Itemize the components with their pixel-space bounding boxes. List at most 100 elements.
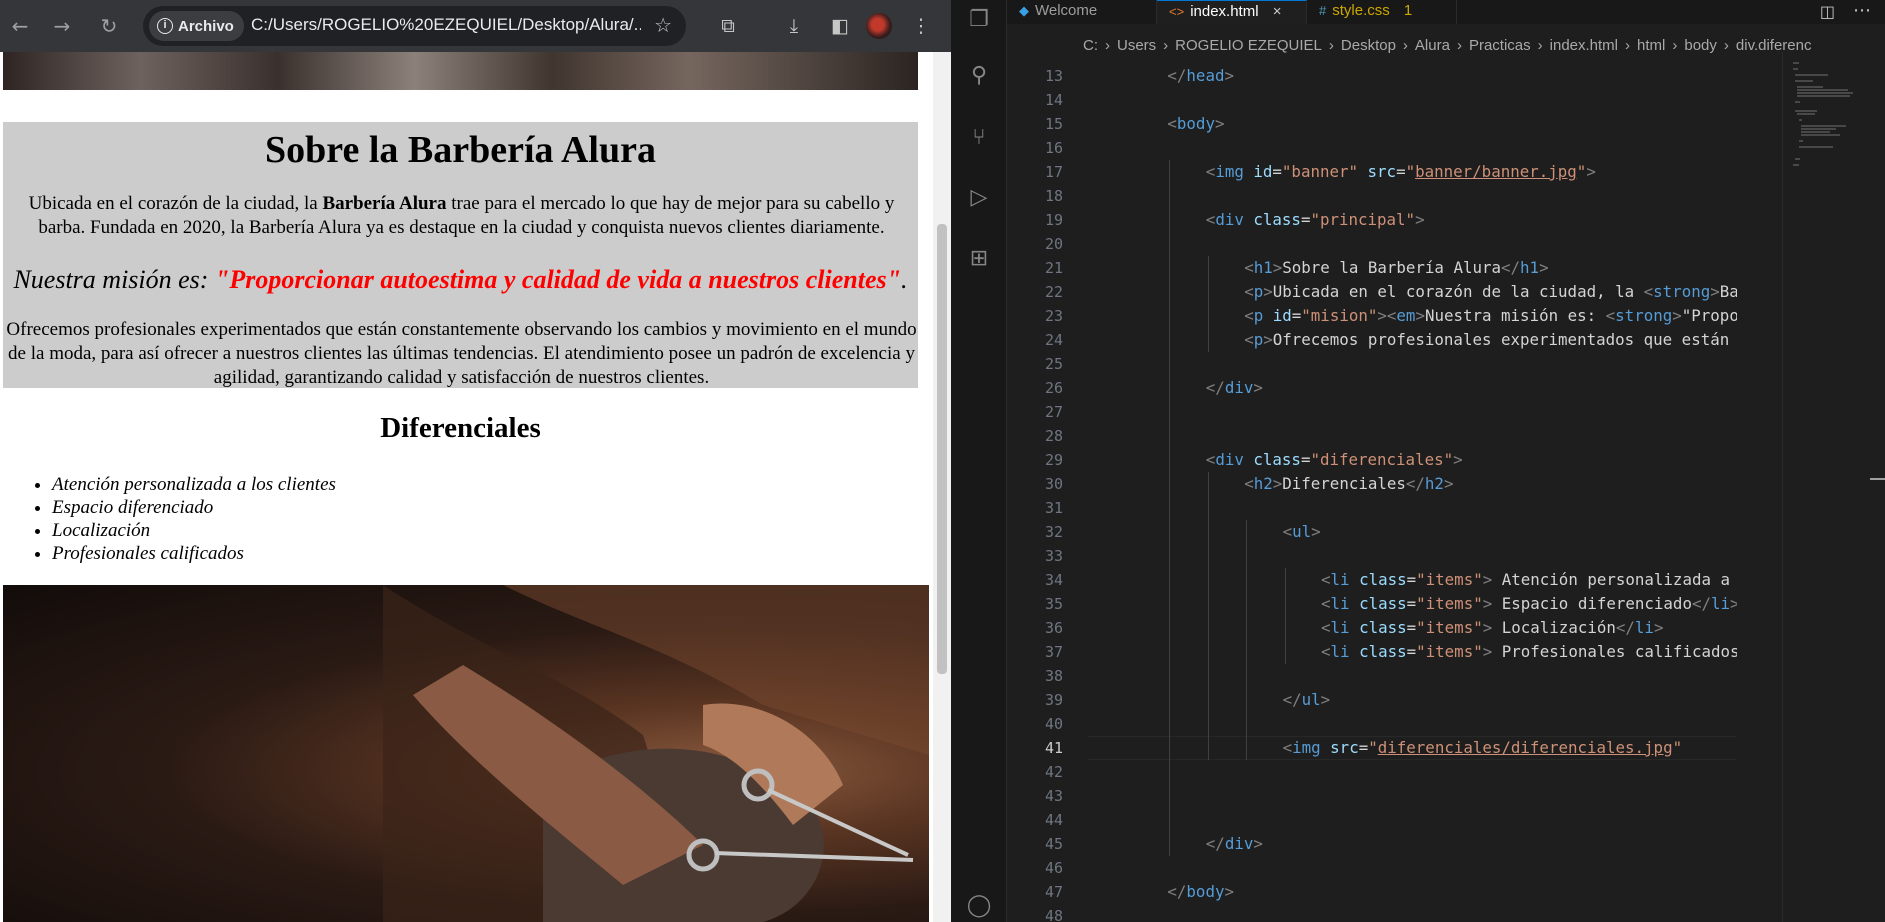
more-actions-icon[interactable]: ⋯ xyxy=(1853,0,1871,21)
page-scrollbar[interactable] xyxy=(933,52,951,922)
code-line[interactable] xyxy=(1129,184,1737,208)
code-line[interactable] xyxy=(1129,136,1737,160)
scrollbar-thumb[interactable] xyxy=(937,224,947,674)
extensions-icon[interactable]: ⊞ xyxy=(965,245,993,273)
code-line[interactable]: <img id="banner" src="banner/banner.jpg"… xyxy=(1129,160,1737,184)
code-line[interactable] xyxy=(1129,904,1737,922)
breadcrumb-item[interactable]: Users xyxy=(1117,37,1156,54)
download-icon[interactable]: ⤓ xyxy=(781,13,807,39)
code-line[interactable] xyxy=(1129,400,1737,424)
code-line[interactable] xyxy=(1129,232,1737,256)
breadcrumb-item[interactable]: Alura xyxy=(1415,37,1450,54)
code-line[interactable] xyxy=(1129,496,1737,520)
profile-avatar[interactable] xyxy=(866,13,892,39)
breadcrumb-item[interactable]: index.html xyxy=(1550,37,1618,54)
code-line[interactable]: <li class="items"> Profesionales calific… xyxy=(1129,640,1737,664)
code-line[interactable] xyxy=(1129,808,1737,832)
editor-scrollbar[interactable] xyxy=(1870,52,1885,922)
browser-toolbar: ← → ↻ i Archivo C:/Users/ROGELIO%20EZEQU… xyxy=(0,0,951,52)
code-line[interactable]: </div> xyxy=(1129,832,1737,856)
split-editor-icon[interactable]: ◫ xyxy=(1820,2,1835,21)
code-token: > xyxy=(1311,522,1321,541)
code-line[interactable]: <h1>Sobre la Barbería Alura</h1> xyxy=(1129,256,1737,280)
breadcrumb-item[interactable]: Desktop xyxy=(1341,37,1396,54)
code-line[interactable] xyxy=(1129,784,1737,808)
code-token: < xyxy=(1321,570,1331,589)
code-token: </ xyxy=(1405,474,1425,493)
line-number: 45 xyxy=(1044,835,1063,853)
list-item: Profesionales calificados xyxy=(52,542,336,565)
explorer-icon[interactable]: ❐ xyxy=(965,6,993,34)
minimap-line xyxy=(1801,128,1837,130)
code-line[interactable] xyxy=(1129,424,1737,448)
reload-icon[interactable]: ↻ xyxy=(94,11,124,41)
code-line[interactable]: <h2>Diferenciales</h2> xyxy=(1129,472,1737,496)
line-number: 37 xyxy=(1044,643,1063,661)
bookmark-star-icon[interactable]: ☆ xyxy=(654,13,672,37)
code-editor[interactable]: </head> <body> <img id="banner" src="banne… xyxy=(1129,64,1737,922)
breadcrumb-item[interactable]: html xyxy=(1637,37,1665,54)
code-line[interactable] xyxy=(1129,712,1737,736)
code-token: "mision" xyxy=(1301,306,1378,325)
code-line[interactable] xyxy=(1129,352,1737,376)
scroll-position-marker xyxy=(1870,478,1885,480)
code-line[interactable]: </div> xyxy=(1129,376,1737,400)
code-line[interactable]: <p id="mision"><em>Nuestra misión es: <s… xyxy=(1129,304,1737,328)
code-token: class xyxy=(1359,570,1407,589)
account-icon[interactable]: ◯ xyxy=(965,892,993,920)
code-line[interactable]: </head> xyxy=(1129,64,1737,88)
code-line[interactable] xyxy=(1129,544,1737,568)
close-icon[interactable]: × xyxy=(1273,3,1282,20)
code-line[interactable]: <ul> xyxy=(1129,520,1737,544)
code-line[interactable]: <img src="diferenciales/diferenciales.jp… xyxy=(1129,736,1737,760)
line-number: 14 xyxy=(1044,91,1063,109)
breadcrumb-item[interactable]: body xyxy=(1684,37,1717,54)
line-number: 17 xyxy=(1044,163,1063,181)
code-line[interactable]: </body> xyxy=(1129,880,1737,904)
line-number: 33 xyxy=(1044,547,1063,565)
side-panel-icon[interactable]: ◧ xyxy=(827,13,853,39)
extensions-icon[interactable]: ⧉ xyxy=(715,13,741,39)
more-menu-icon[interactable]: ⋮ xyxy=(908,13,934,39)
breadcrumb-item[interactable]: ROGELIO EZEQUIEL xyxy=(1175,37,1322,54)
code-line[interactable]: <li class="items"> Atención personalizad… xyxy=(1129,568,1737,592)
run-debug-icon[interactable]: ▷ xyxy=(965,184,993,212)
code-line[interactable]: <li class="items"> Localización</li> xyxy=(1129,616,1737,640)
code-line[interactable]: <div class="diferenciales"> xyxy=(1129,448,1737,472)
tab-style-css[interactable]: # style.css 1 xyxy=(1307,0,1457,24)
search-icon[interactable]: ⚲ xyxy=(965,62,993,90)
code-token: = xyxy=(1406,642,1417,661)
code-token: < xyxy=(1605,306,1616,325)
site-info-chip[interactable]: i Archivo xyxy=(149,11,244,41)
minimap[interactable] xyxy=(1782,52,1870,922)
code-line[interactable]: <p>Ubicada en el corazón de la ciudad, l… xyxy=(1129,280,1737,304)
code-line[interactable]: <div class="principal"> xyxy=(1129,208,1737,232)
code-token: > xyxy=(1443,474,1454,493)
code-line[interactable]: </ul> xyxy=(1129,688,1737,712)
tab-welcome[interactable]: ◆ Welcome xyxy=(1007,0,1157,24)
code-line[interactable] xyxy=(1129,664,1737,688)
breadcrumb-item[interactable]: C: xyxy=(1083,37,1098,54)
forward-icon[interactable]: → xyxy=(47,11,77,41)
code-token: < xyxy=(1205,450,1216,469)
code-line[interactable]: <li class="items"> Espacio diferenciado<… xyxy=(1129,592,1737,616)
source-control-icon[interactable]: ⑂ xyxy=(965,124,993,152)
code-token: src xyxy=(1367,162,1397,181)
breadcrumb-separator: › xyxy=(1402,37,1408,54)
back-icon[interactable]: ← xyxy=(5,11,35,41)
code-line[interactable]: <body> xyxy=(1129,112,1737,136)
tab-index-html[interactable]: <> index.html × xyxy=(1157,0,1307,24)
code-token: = xyxy=(1406,594,1417,613)
code-line[interactable] xyxy=(1129,760,1737,784)
code-line[interactable] xyxy=(1129,856,1737,880)
address-bar[interactable]: i Archivo C:/Users/ROGELIO%20EZEQUIEL/De… xyxy=(143,6,686,46)
url-text[interactable]: C:/Users/ROGELIO%20EZEQUIEL/Desktop/Alur… xyxy=(251,15,641,35)
code-token: div xyxy=(1215,210,1244,229)
breadcrumb-item[interactable]: Practicas xyxy=(1469,37,1531,54)
code-token: </ xyxy=(1501,258,1521,277)
code-token: class xyxy=(1359,594,1407,613)
code-token: "items" xyxy=(1416,570,1483,589)
code-line[interactable]: <p>Ofrecemos profesionales experimentado… xyxy=(1129,328,1737,352)
code-line[interactable] xyxy=(1129,88,1737,112)
